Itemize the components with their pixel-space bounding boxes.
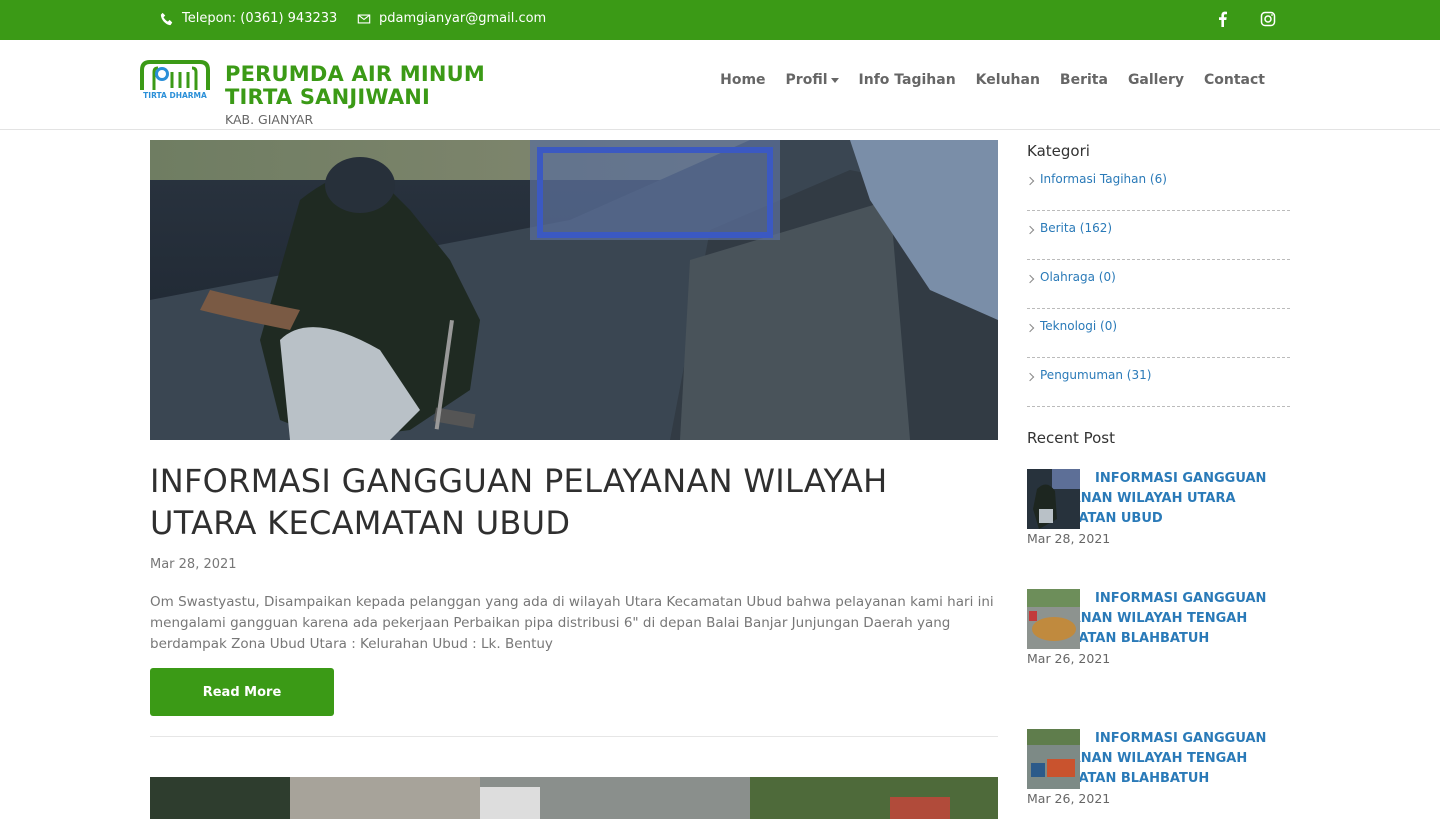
recent-post-thumbnail[interactable] [1027,729,1080,789]
nav-profil-label: Profil [785,72,828,88]
nav-keluhan[interactable]: Keluhan [976,72,1040,88]
recent-post-thumbnail[interactable] [1027,589,1080,649]
post-divider [150,736,998,737]
facebook-icon[interactable] [1214,10,1232,28]
chevron-right-icon [1025,372,1035,382]
next-post-image[interactable] [150,777,998,819]
recent-post-item[interactable]: INFORMASI GANGGUAN PELAYANAN WILAYAH TEN… [1027,729,1290,809]
post-title[interactable]: INFORMASI GANGGUAN PELAYANAN WILAYAH UTA… [150,460,998,544]
recent-post-item[interactable]: INFORMASI GANGGUAN PELAYANAN WILAYAH TEN… [1027,589,1290,669]
recent-post-item[interactable]: INFORMASI GANGGUAN PELAYANAN WILAYAH UTA… [1027,469,1290,549]
nav-home[interactable]: Home [720,72,765,88]
envelope-icon [357,13,371,24]
nav-berita[interactable]: Berita [1060,72,1108,88]
read-more-button[interactable]: Read More [150,668,334,716]
chevron-right-icon [1025,274,1035,284]
main-nav: Home Profil Info Tagihan Keluhan Berita … [720,72,1265,88]
category-label[interactable]: Informasi Tagihan (6) [1040,172,1167,186]
recent-post-heading: Recent Post [1027,429,1115,447]
category-item[interactable]: Teknologi (0) [1025,309,1290,358]
category-label[interactable]: Teknologi (0) [1040,319,1117,333]
chevron-right-icon [1025,225,1035,235]
recent-post-date: Mar 26, 2021 [1027,651,1111,666]
kategori-heading: Kategori [1027,142,1090,160]
logo-caption: TIRTA DHARMA [143,91,207,100]
top-contact-bar: Telepon: (0361) 943233 pdamgianyar@gmail… [0,0,1440,40]
phone-info: Telepon: (0361) 943233 [160,11,337,26]
post-featured-image[interactable] [150,140,998,440]
post-date: Mar 28, 2021 [150,557,237,572]
email-info[interactable]: pdamgianyar@gmail.com [357,11,546,26]
category-item[interactable]: Berita (162) [1025,211,1290,260]
email-text[interactable]: pdamgianyar@gmail.com [379,11,546,26]
brand-name-line1[interactable]: PERUMDA AIR MINUM [225,62,485,86]
category-label[interactable]: Berita (162) [1040,221,1112,235]
phone-text: Telepon: (0361) 943233 [182,11,338,26]
category-item[interactable]: Informasi Tagihan (6) [1025,162,1290,211]
category-label[interactable]: Olahraga (0) [1040,270,1116,284]
category-item[interactable]: Pengumuman (31) [1025,358,1290,407]
phone-icon [160,12,173,25]
chevron-right-icon [1025,176,1035,186]
company-logo[interactable]: TIRTA DHARMA [140,60,210,100]
brand-name-line2[interactable]: TIRTA SANJIWANI [225,85,430,109]
nav-info-tagihan[interactable]: Info Tagihan [859,72,956,88]
nav-gallery[interactable]: Gallery [1128,72,1184,88]
recent-post-thumbnail[interactable] [1027,469,1080,529]
category-item[interactable]: Olahraga (0) [1025,260,1290,309]
nav-contact[interactable]: Contact [1204,72,1265,88]
chevron-right-icon [1025,323,1035,333]
caret-down-icon [830,77,839,83]
nav-profil[interactable]: Profil [786,72,839,88]
post-excerpt: Om Swastyastu, Disampaikan kepada pelang… [150,594,994,652]
instagram-icon[interactable] [1259,10,1277,28]
brand-region: KAB. GIANYAR [225,112,314,127]
site-header: TIRTA DHARMA PERUMDA AIR MINUM TIRTA SAN… [0,40,1440,130]
category-label[interactable]: Pengumuman (31) [1040,368,1151,382]
recent-post-date: Mar 26, 2021 [1027,791,1111,806]
recent-post-date: Mar 28, 2021 [1027,531,1111,546]
